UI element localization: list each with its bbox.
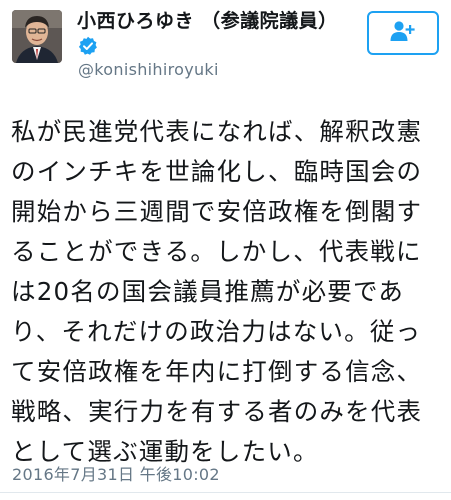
follow-button[interactable] (367, 11, 439, 55)
tweet-card: 小西ひろゆき （参議院議員） @konishihiroyuki 私が民進党代表に… (0, 0, 451, 500)
tweet-text: 私が民進党代表になれば、解釈改憲 のインチキを世論化し、臨時国会の 開始から三週… (11, 117, 423, 466)
user-handle[interactable]: @konishihiroyuki (78, 60, 219, 79)
tweet-timestamp[interactable]: 2016年7月31日 午後10:02 (12, 461, 220, 485)
verified-badge-icon (78, 36, 98, 56)
display-name[interactable]: 小西ひろゆき （参議院議員） (77, 8, 381, 34)
avatar[interactable] (12, 10, 62, 63)
add-user-icon (390, 20, 416, 46)
profile-name-block: 小西ひろゆき （参議院議員） (77, 8, 381, 34)
divider (0, 492, 451, 493)
verified-row (78, 36, 98, 56)
